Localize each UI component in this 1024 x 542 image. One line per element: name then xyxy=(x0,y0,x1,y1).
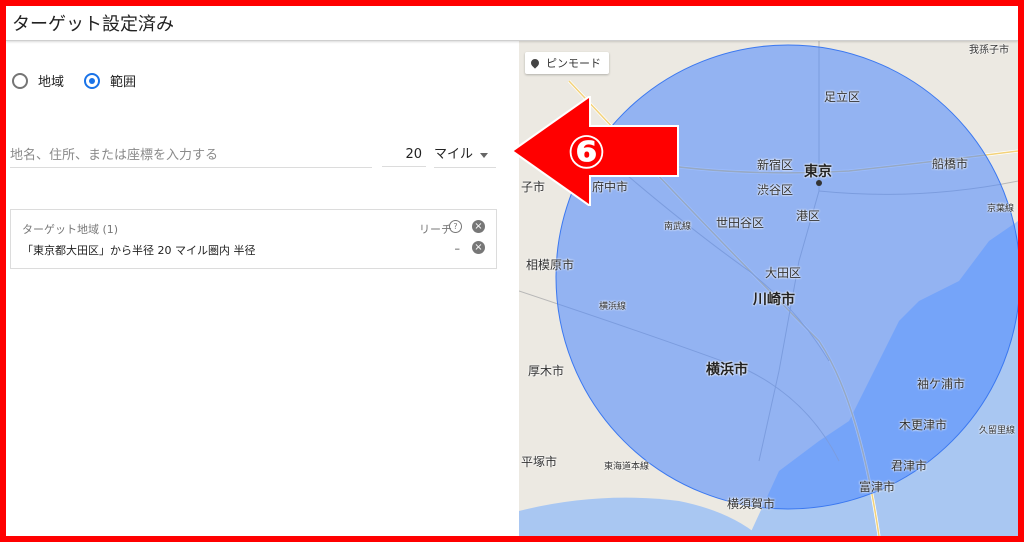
map-label: 横浜線 xyxy=(599,302,627,312)
map-label: 厚木市 xyxy=(528,364,565,378)
map-label: 横浜市 xyxy=(706,362,748,378)
radio-radius-icon[interactable] xyxy=(84,72,100,89)
remove-all-icon[interactable]: × xyxy=(472,220,485,233)
map-label: 我孫子市 xyxy=(969,45,1009,56)
map-label: 袖ケ浦市 xyxy=(917,377,966,391)
map-label: 君津市 xyxy=(891,459,928,473)
radio-radius-label: 範囲 xyxy=(110,75,137,90)
radius-value-input[interactable]: 20 xyxy=(382,143,426,167)
step-callout-arrow: ⑥ xyxy=(512,96,679,206)
step-number: ⑥ xyxy=(567,125,606,179)
map-label: 足立区 xyxy=(824,90,861,104)
target-entry-reach: – xyxy=(454,242,461,255)
header-bar: ターゲット設定済み xyxy=(6,6,1018,41)
radio-radius-option[interactable]: 範囲 xyxy=(84,71,136,90)
radio-area-icon[interactable] xyxy=(12,72,28,89)
unit-select-label: マイル xyxy=(434,147,474,162)
map-label: 京葉線 xyxy=(987,204,1015,214)
target-entry-text: 「東京都大田区」から半径 20 マイル圏内 半径 xyxy=(22,244,256,257)
radio-area-label: 地域 xyxy=(38,75,65,90)
remove-entry-icon[interactable]: × xyxy=(472,241,485,254)
map-label: 南武線 xyxy=(664,222,692,232)
map-label: 川崎市 xyxy=(753,292,795,308)
page-title: ターゲット設定済み xyxy=(12,14,174,35)
target-card-title: ターゲット地域 (1) xyxy=(22,223,119,236)
map-label: 渋谷区 xyxy=(757,183,794,197)
help-icon[interactable]: ? xyxy=(449,220,462,233)
map-label: 久留里線 xyxy=(979,426,1016,436)
map-label: 港区 xyxy=(796,209,821,223)
map-label: 木更津市 xyxy=(899,418,948,432)
radio-area-option[interactable]: 地域 xyxy=(12,71,64,90)
unit-select[interactable]: マイル xyxy=(434,143,496,168)
chevron-down-icon xyxy=(480,153,488,158)
map-label: 横須賀市 xyxy=(727,497,776,511)
map-label: 新宿区 xyxy=(757,158,794,172)
location-search-input[interactable] xyxy=(10,143,372,168)
map-label: 東海道本線 xyxy=(604,462,650,472)
reach-label: リーチ xyxy=(419,223,452,236)
map-label: 相模原市 xyxy=(526,258,575,272)
pin-mode-label: ピンモード xyxy=(546,57,601,70)
pin-mode-button[interactable]: ピンモード xyxy=(525,52,609,74)
target-location-card: ターゲット地域 (1) リーチ ? × 「東京都大田区」から半径 20 マイル圏… xyxy=(10,209,497,269)
targeting-panel: 地域 範囲 20 マイル ターゲット地域 (1) リーチ ? × 「東京都大田区… xyxy=(6,41,518,536)
map-label: 平塚市 xyxy=(521,455,558,469)
map-label: 大田区 xyxy=(765,266,802,280)
map-label: 世田谷区 xyxy=(716,216,765,230)
map-label: 船橋市 xyxy=(932,157,969,171)
map-label: 富津市 xyxy=(859,480,896,494)
map-label: 東京 xyxy=(804,164,832,180)
map-pin-icon xyxy=(529,57,541,69)
